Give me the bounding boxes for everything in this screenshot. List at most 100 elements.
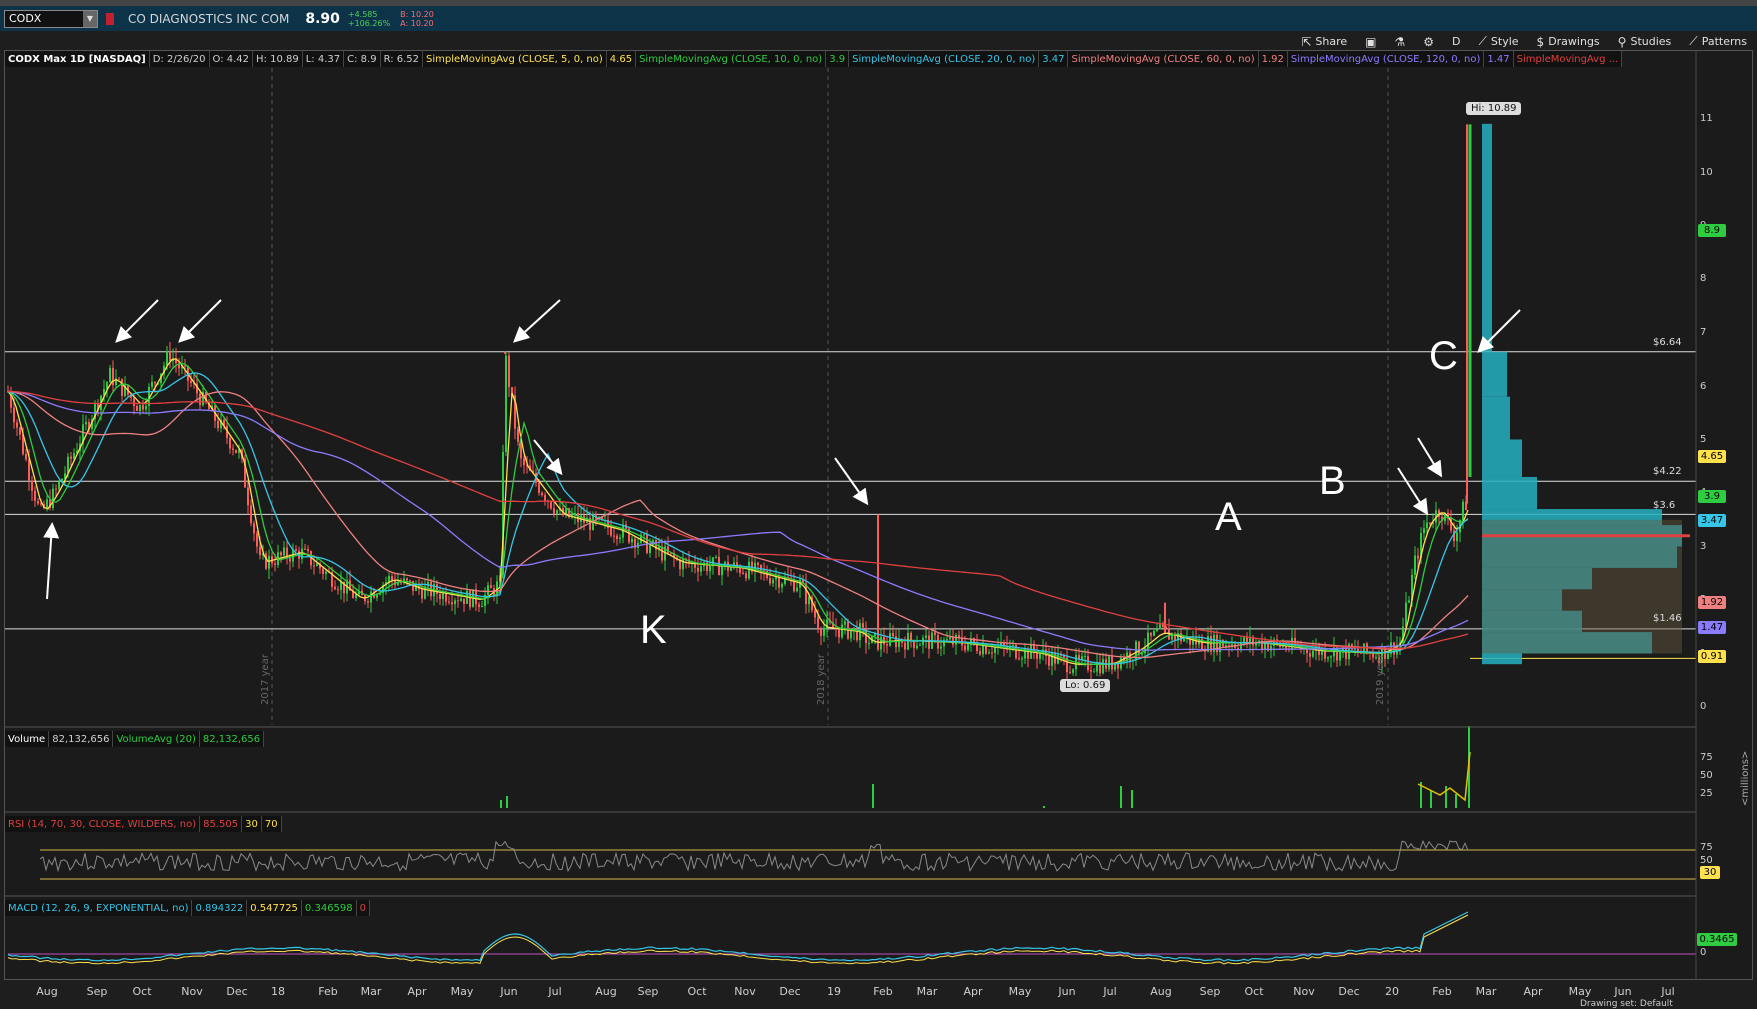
candle-body — [823, 627, 825, 636]
month-label: Apr — [407, 985, 427, 998]
sma20-label[interactable]: SimpleMovingAvg (CLOSE, 20, 0, no) — [849, 51, 1040, 67]
price-chart[interactable] — [0, 0, 1757, 1009]
candle-body — [1240, 642, 1242, 651]
candle-body — [478, 604, 480, 607]
candle-body — [166, 351, 168, 366]
macd-lines — [7, 911, 1696, 965]
volume-profile-bar — [1482, 439, 1522, 477]
annotation-a: A — [1215, 495, 1242, 539]
month-label: 19 — [827, 985, 841, 998]
macd-value-3: 0.346598 — [302, 900, 357, 916]
candle-body — [406, 578, 408, 581]
candle-body — [715, 556, 717, 558]
month-label: Apr — [1523, 985, 1543, 998]
candle-body — [979, 651, 981, 655]
candle-body — [541, 492, 543, 496]
volume-profile — [1482, 123, 1690, 665]
volume-avg-label[interactable]: VolumeAvg (20) — [113, 731, 200, 747]
candle-body — [985, 645, 987, 654]
candle-body — [322, 568, 324, 574]
level-label-36: $3.6 — [1653, 500, 1676, 511]
month-label: Dec — [779, 985, 801, 998]
volume-label[interactable]: Volume — [5, 731, 50, 747]
annotation-arrow — [513, 299, 561, 343]
candle-body — [109, 367, 111, 383]
price-badge-sma60: 1.92 — [1698, 596, 1726, 609]
sma5-label[interactable]: SimpleMovingAvg (CLOSE, 5, 0, no) — [423, 51, 607, 67]
candle-body — [916, 645, 918, 649]
candle-body — [424, 586, 426, 599]
candle-body — [313, 565, 315, 567]
candle-body — [247, 487, 249, 506]
volume-value: 82,132,656 — [49, 731, 114, 747]
month-label: Oct — [132, 985, 152, 998]
candle-body — [154, 381, 156, 384]
candle-body — [814, 610, 816, 618]
candle-body — [1264, 643, 1266, 650]
candle-body — [454, 600, 456, 605]
volume-bar — [500, 800, 502, 808]
candle-body — [1414, 555, 1416, 575]
rsi-lines — [39, 839, 1696, 880]
candle-body — [820, 629, 822, 636]
chart-title[interactable]: CODX Max 1D [NASDAQ] — [5, 51, 150, 67]
candle-body — [337, 589, 339, 591]
drawing-set-label[interactable]: Drawing set: Default — [1580, 999, 1673, 1009]
volume-bar — [1120, 786, 1122, 808]
macd-header: MACD (12, 26, 9, EXPONENTIAL, no) 0.8943… — [5, 900, 371, 916]
candle-body — [523, 458, 525, 466]
candle-body — [121, 378, 123, 396]
sma60-label[interactable]: SimpleMovingAvg (CLOSE, 60, 0, no) — [1068, 51, 1259, 67]
macd-label[interactable]: MACD (12, 26, 9, EXPONENTIAL, no) — [5, 900, 193, 916]
rsi-overbought: 70 — [262, 816, 282, 832]
sma-more-label[interactable]: SimpleMovingAvg ... — [1514, 51, 1623, 67]
candle-body — [817, 617, 819, 630]
candle-body — [709, 565, 711, 572]
candle-body — [1072, 669, 1074, 673]
candle-body — [1312, 650, 1314, 657]
candle-body — [808, 597, 810, 605]
ohlc-open: O: 4.42 — [210, 51, 254, 67]
rsi-label[interactable]: RSI (14, 70, 30, CLOSE, WILDERS, no) — [5, 816, 201, 832]
candle-body — [391, 576, 393, 580]
candle-body — [1153, 630, 1155, 636]
sma5-value: 4.65 — [607, 51, 637, 67]
candle-body — [508, 355, 510, 388]
month-label: Jul — [548, 985, 562, 998]
candle-body — [1012, 644, 1014, 646]
candle-body — [769, 577, 771, 584]
volume-tick-75: 75 — [1700, 752, 1713, 763]
candle-body — [145, 405, 147, 410]
candle-body — [682, 558, 684, 570]
candle-body — [1219, 639, 1221, 653]
year-label-2017: 2017 year — [260, 654, 271, 705]
candle-body — [1309, 653, 1311, 657]
month-label: Sep — [86, 985, 108, 998]
candle-body — [25, 453, 27, 460]
candle-body — [1138, 641, 1140, 655]
candle-body — [616, 535, 618, 539]
candle-body — [994, 647, 996, 653]
candle-body — [838, 629, 840, 638]
candle-body — [1408, 600, 1410, 603]
rsi-tick-50: 50 — [1700, 855, 1713, 866]
price-tick-8: 8 — [1700, 273, 1707, 284]
candle-body — [259, 546, 261, 556]
candle-body — [775, 577, 777, 580]
candle-body — [913, 641, 915, 649]
volume-bar — [872, 784, 874, 808]
rsi-tick-75: 75 — [1700, 842, 1713, 853]
sma120-label[interactable]: SimpleMovingAvg (CLOSE, 120, 0, no) — [1288, 51, 1485, 67]
candle-body — [142, 405, 144, 410]
candle-body — [613, 535, 615, 537]
candle-body — [1456, 532, 1458, 542]
candle-body — [991, 652, 993, 654]
candle-body — [892, 633, 894, 637]
month-label: Oct — [687, 985, 707, 998]
candle-body — [925, 635, 927, 638]
candle-body — [700, 566, 702, 572]
candle-body — [1327, 657, 1329, 659]
sma10-label[interactable]: SimpleMovingAvg (CLOSE, 10, 0, no) — [636, 51, 827, 67]
candle-body — [334, 586, 336, 590]
volume-tick-25: 25 — [1700, 788, 1713, 799]
